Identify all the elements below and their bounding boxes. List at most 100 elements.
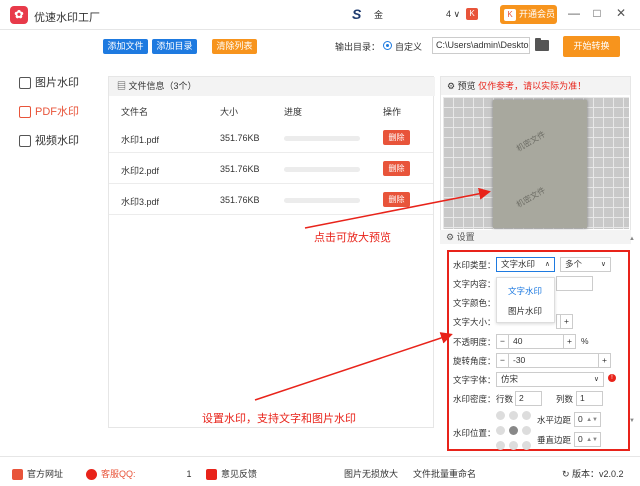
opacity-label: 不透明度：	[453, 337, 496, 347]
position-dot[interactable]	[496, 411, 505, 420]
clear-list-button[interactable]: 清除列表	[212, 39, 257, 54]
hmargin-input[interactable]: 0 ▲▼	[574, 412, 601, 427]
position-dot[interactable]	[522, 411, 531, 420]
font-select[interactable]: 仿宋 ∨	[496, 372, 604, 387]
settings-title: 设置	[456, 232, 475, 242]
toolbar: 添加文件 添加目录 清除列表 输出目录： 自定义 C:\Users\admin\…	[97, 30, 640, 65]
output-dir-label: 输出目录：	[335, 42, 381, 52]
output-path-input[interactable]: C:\Users\admin\Deskto	[432, 37, 530, 54]
custom-radio[interactable]	[383, 41, 392, 50]
watermark-text: 机密文件	[514, 185, 548, 210]
type-select[interactable]: 文字水印 ∧	[496, 257, 555, 272]
vmargin-label: 垂直边距	[537, 435, 572, 445]
table-row[interactable]: 水印1.pdf 351.76KB 删除	[109, 123, 433, 153]
custom-label[interactable]: 自定义	[395, 40, 422, 53]
rows-label: 行数	[496, 394, 514, 404]
position-dot[interactable]	[496, 441, 505, 450]
delete-button[interactable]: 删除	[383, 130, 410, 145]
preview-panel: ⚙ 预览 仅作参考，请以实际为准！ 机密文件 机密文件	[440, 76, 631, 232]
position-dot[interactable]	[509, 441, 518, 450]
maximize-button[interactable]: □	[590, 6, 604, 20]
website-link[interactable]: 官方网址	[12, 467, 64, 481]
table-row[interactable]: 水印2.pdf 351.76KB 删除	[109, 154, 433, 184]
preview-canvas[interactable]: 机密文件 机密文件	[443, 97, 629, 229]
opacity-unit: %	[581, 336, 589, 346]
pdf-icon	[19, 106, 31, 119]
cols-input[interactable]: 1	[576, 391, 603, 406]
spin-icon[interactable]: ▲▼	[586, 414, 598, 427]
version-info[interactable]: ↻ 版本：v2.0.2	[562, 467, 624, 480]
vip-k-icon: K	[504, 8, 516, 21]
feedback-link[interactable]: 意见反馈	[206, 467, 257, 481]
delete-button[interactable]: 删除	[383, 192, 410, 207]
vip-button[interactable]: K 开通会员	[500, 5, 557, 24]
table-row[interactable]: 水印3.pdf 351.76KB 删除	[109, 185, 433, 215]
plus-icon[interactable]: +	[560, 315, 572, 328]
file-name: 水印2.pdf	[121, 166, 160, 176]
opacity-stepper[interactable]: − 40 +	[496, 334, 576, 349]
minimize-button[interactable]: —	[567, 6, 581, 20]
user-name[interactable]: 金	[374, 8, 383, 21]
content-label: 文字内容：	[453, 279, 496, 289]
spin-icon[interactable]: ▲▼	[586, 434, 598, 447]
plus-icon[interactable]: +	[598, 354, 610, 367]
rotation-label: 旋转角度：	[453, 356, 496, 366]
multi-select-value: 多个	[565, 259, 583, 269]
position-dot[interactable]	[522, 441, 531, 450]
multi-select[interactable]: 多个 ∨	[560, 257, 611, 272]
scroll-up-icon[interactable]: ▲	[629, 236, 635, 242]
minus-icon[interactable]: −	[497, 354, 509, 367]
preview-note: 仅作参考，请以实际为准！	[478, 81, 587, 91]
progress-bar	[284, 198, 360, 203]
preview-header: ⚙ 预览 仅作参考，请以实际为准！	[441, 77, 630, 95]
dropdown-option-image[interactable]: 图片水印	[508, 305, 542, 317]
qq-support[interactable]: 客服QQ: 1	[86, 467, 192, 481]
vmargin-input[interactable]: 0 ▲▼	[574, 432, 601, 447]
sidebar-item-image-watermark[interactable]: 图片水印	[19, 74, 79, 90]
cols-label: 列数	[556, 394, 574, 404]
column-header-size: 大小	[220, 107, 239, 117]
refresh-icon: ↻	[562, 469, 573, 479]
close-button[interactable]: ✕	[614, 6, 628, 20]
rotation-stepper[interactable]: − -30 +	[496, 353, 611, 368]
vip-label: 开通会员	[519, 9, 556, 19]
plus-icon[interactable]: +	[563, 335, 575, 348]
title-bar: ✿ 优速水印工厂 S 金 4 ∨ K K 开通会员 — □ ✕	[0, 0, 640, 30]
chevron-down-icon: ∨	[593, 376, 599, 383]
batch-rename-link[interactable]: 文件批量重命名	[413, 467, 476, 480]
position-label: 水印位置：	[453, 428, 496, 438]
app-title: 优速水印工厂	[34, 12, 100, 24]
brand-k-icon[interactable]: K	[466, 8, 478, 20]
add-file-button[interactable]: 添加文件	[103, 39, 148, 54]
type-dropdown[interactable]: 文字水印 图片水印	[496, 277, 555, 323]
column-header-progress: 进度	[284, 107, 303, 117]
position-dot[interactable]	[509, 411, 518, 420]
preview-page[interactable]: 机密文件 机密文件	[493, 100, 587, 228]
sidebar-item-video-watermark[interactable]: 视频水印	[19, 132, 79, 148]
font-select-value: 仿宋	[501, 374, 519, 384]
folder-icon[interactable]	[535, 38, 549, 51]
vmargin-value: 0	[578, 434, 583, 444]
content-input[interactable]	[556, 276, 593, 291]
progress-bar	[284, 167, 360, 172]
file-size: 351.76KB	[220, 133, 260, 143]
pic-enlarge-link[interactable]: 图片无损放大	[344, 467, 398, 480]
info-icon[interactable]: !	[608, 374, 616, 382]
add-dir-button[interactable]: 添加目录	[152, 39, 197, 54]
delete-button[interactable]: 删除	[383, 161, 410, 176]
hmargin-label: 水平边距	[537, 415, 572, 425]
sidebar-item-pdf-watermark[interactable]: PDF水印	[19, 103, 79, 119]
position-dot-selected[interactable]	[509, 426, 518, 435]
type-select-value: 文字水印	[501, 259, 536, 269]
message-count[interactable]: 4 ∨	[446, 9, 460, 20]
dropdown-option-text[interactable]: 文字水印	[508, 285, 542, 297]
website-label: 官方网址	[27, 469, 64, 479]
position-dot[interactable]	[496, 426, 505, 435]
start-button[interactable]: 开始转换	[563, 36, 620, 57]
rows-input[interactable]: 2	[515, 391, 542, 406]
qq-icon	[86, 469, 97, 481]
qq-label: 客服QQ:	[101, 469, 136, 479]
minus-icon[interactable]: −	[497, 335, 509, 348]
size-stepper[interactable]: +	[556, 314, 573, 329]
position-dot[interactable]	[522, 426, 531, 435]
